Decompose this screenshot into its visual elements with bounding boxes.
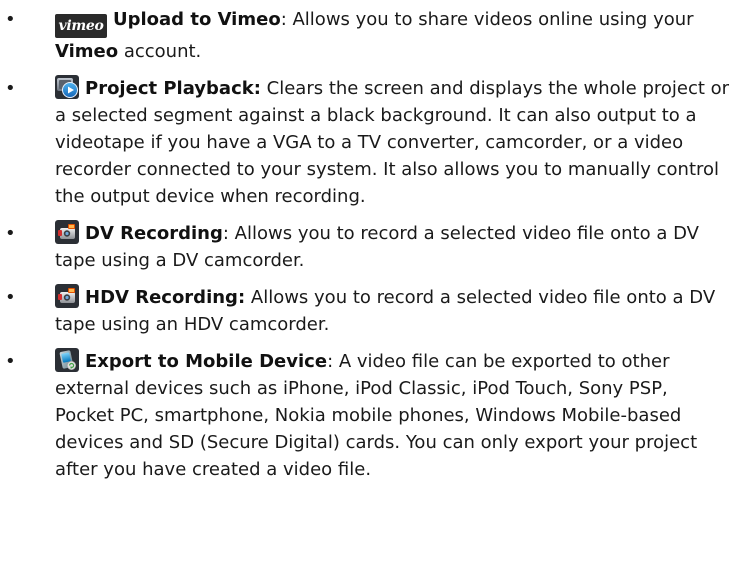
bullet: • [5, 223, 16, 244]
item-separator: : [327, 351, 339, 372]
vimeo-logo-icon: vimeo [55, 14, 107, 38]
item-description-end: account. [118, 41, 202, 62]
list-item-project-playback: • Project Playback: Clears the screen an… [0, 75, 731, 210]
item-title: DV Recording [85, 223, 223, 244]
bullet: • [5, 78, 16, 99]
camcorder-icon [55, 220, 79, 244]
list-item-dv-recording: • DV Recording: Allows you to record a s… [0, 220, 731, 274]
bullet: • [5, 287, 16, 308]
list-item-export-to-mobile-device: • Export to Mobile Device: A video file … [0, 348, 731, 483]
item-title: Upload to Vimeo [113, 9, 281, 30]
feature-list: • vimeo Upload to Vimeo: Allows you to sh… [0, 6, 731, 483]
bullet: • [5, 351, 16, 372]
camcorder-icon [55, 284, 79, 308]
document-page: • vimeo Upload to Vimeo: Allows you to sh… [0, 0, 739, 567]
mobile-device-icon [55, 348, 79, 372]
item-inline-bold: Vimeo [55, 41, 119, 62]
item-separator: : [222, 223, 235, 244]
item-title: HDV Recording: [85, 287, 246, 308]
item-title: Project Playback: [85, 78, 261, 99]
item-separator: : [280, 9, 293, 30]
playback-icon [55, 75, 79, 99]
list-item-hdv-recording: • HDV Recording: Allows you to record a … [0, 284, 731, 338]
bullet: • [5, 9, 16, 30]
item-title: Export to Mobile Device [85, 351, 328, 372]
list-item-upload-to-vimeo: • vimeo Upload to Vimeo: Allows you to sh… [0, 6, 731, 65]
item-description: Allows you to share videos online using … [292, 9, 694, 30]
